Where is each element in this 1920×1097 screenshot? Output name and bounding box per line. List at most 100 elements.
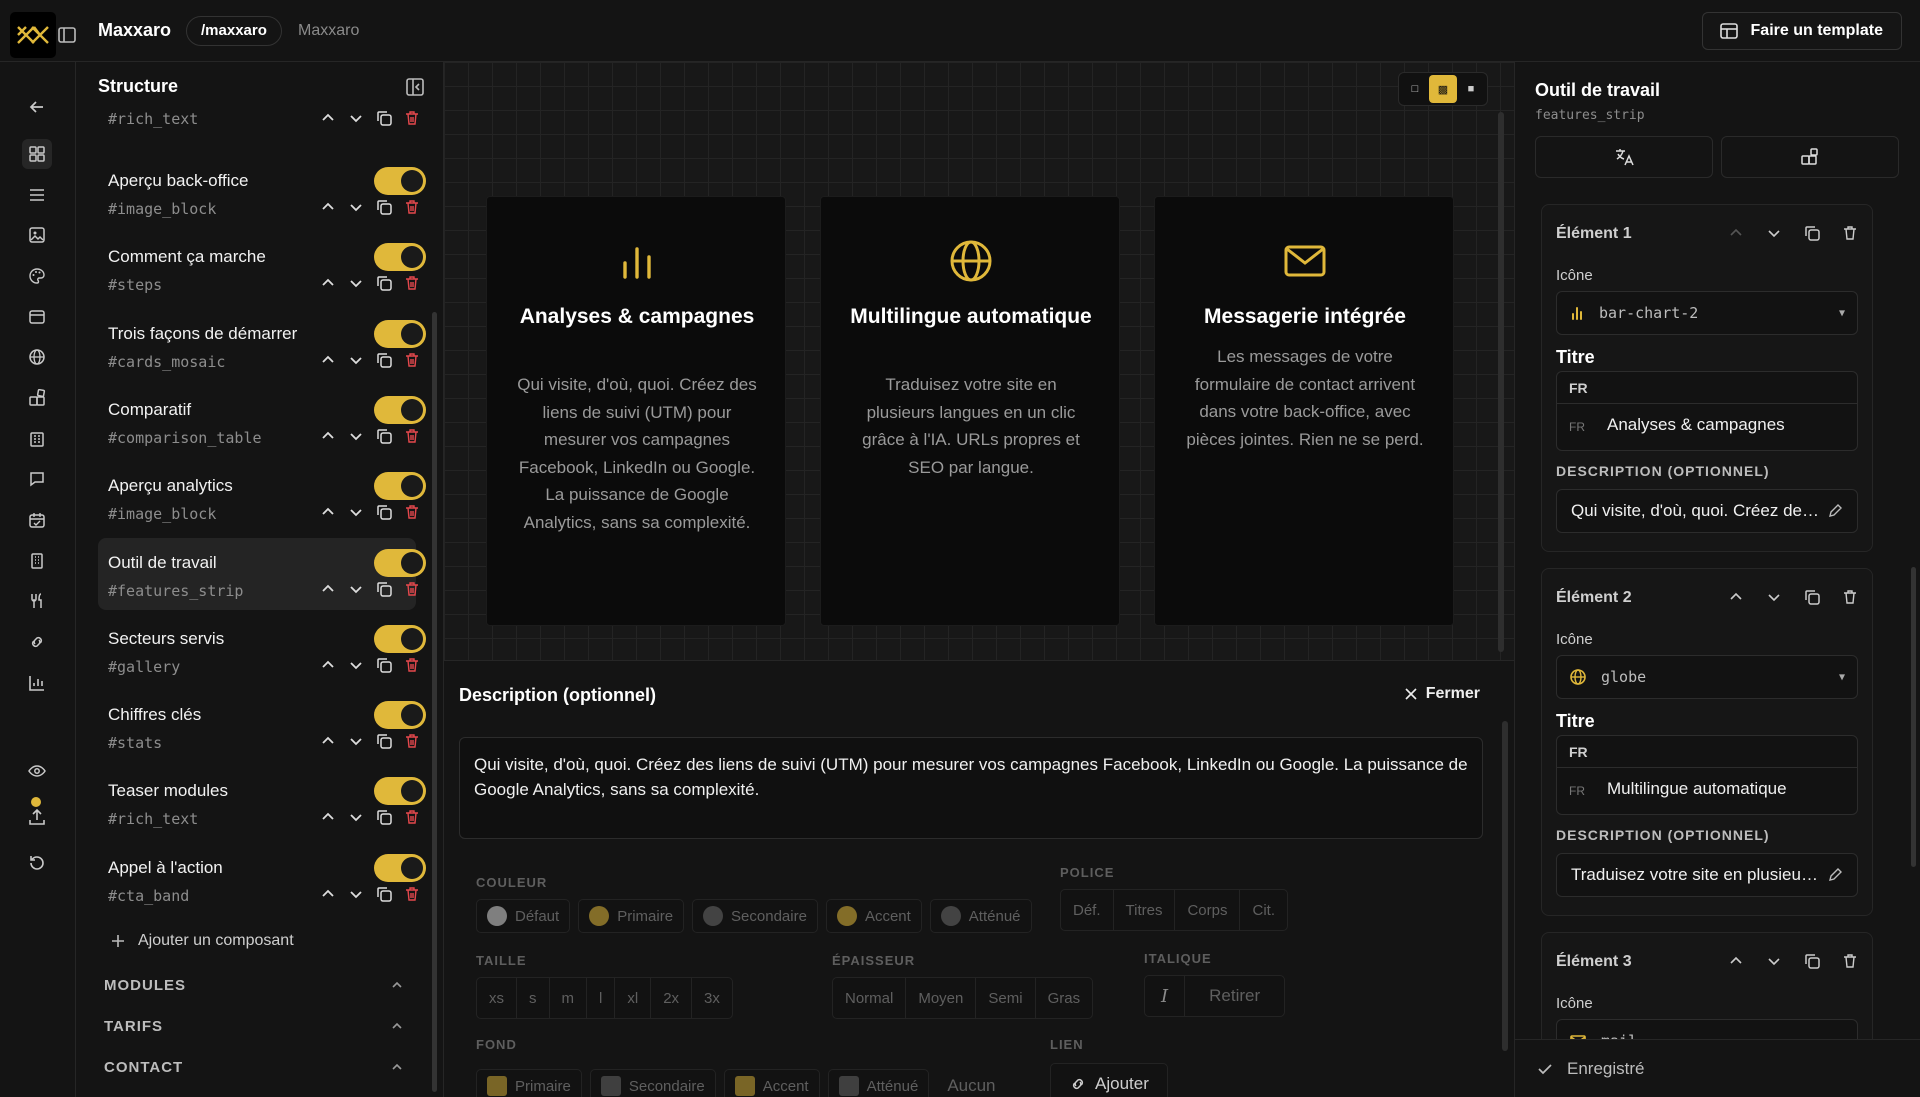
- chevron-down-icon[interactable]: [346, 655, 366, 675]
- structure-row[interactable]: Comment ça marche #steps: [98, 232, 426, 304]
- delete-icon[interactable]: [402, 197, 422, 217]
- properties-scrollbar[interactable]: [1911, 567, 1916, 867]
- duplicate-icon[interactable]: [374, 108, 394, 128]
- duplicate-icon[interactable]: [374, 655, 394, 675]
- delete-icon[interactable]: [402, 807, 422, 827]
- taille-option[interactable]: s: [517, 978, 550, 1018]
- chevron-down-icon[interactable]: [346, 197, 366, 217]
- globe-nav-icon[interactable]: [22, 342, 52, 372]
- couleur-option[interactable]: Défaut: [476, 899, 571, 933]
- site-slug-badge[interactable]: /maxxaro: [186, 16, 282, 46]
- back-arrow-icon[interactable]: [22, 92, 52, 122]
- title-input[interactable]: Multilingue automatique: [1607, 779, 1787, 799]
- fond-option[interactable]: Accent: [723, 1069, 820, 1097]
- taille-option[interactable]: 2x: [651, 978, 693, 1018]
- visibility-toggle[interactable]: [374, 701, 426, 730]
- delete-icon[interactable]: [402, 884, 422, 904]
- title-input[interactable]: Analyses & campagnes: [1607, 415, 1785, 435]
- chevron-down-icon[interactable]: [1764, 587, 1784, 607]
- group-contact[interactable]: CONTACT: [104, 1055, 404, 1079]
- message-icon[interactable]: [22, 464, 52, 494]
- structure-row[interactable]: Aperçu analytics #image_block: [98, 461, 426, 533]
- structure-row[interactable]: Aperçu back-office #image_block: [98, 156, 426, 228]
- building-icon[interactable]: [22, 424, 52, 454]
- duplicate-icon[interactable]: [374, 426, 394, 446]
- duplicate-icon[interactable]: [374, 731, 394, 751]
- add-component-button[interactable]: Ajouter un composant: [110, 932, 294, 950]
- pencil-icon[interactable]: [1827, 503, 1843, 519]
- add-link-button[interactable]: Ajouter: [1050, 1063, 1168, 1097]
- visibility-toggle[interactable]: [374, 548, 426, 577]
- chevron-up-icon[interactable]: [318, 350, 338, 370]
- chevron-down-icon[interactable]: [346, 807, 366, 827]
- retirer-button[interactable]: Retirer: [1185, 976, 1284, 1016]
- delete-icon[interactable]: [402, 655, 422, 675]
- title-translation-box[interactable]: FR FR Analyses & campagnes: [1556, 371, 1858, 451]
- duplicate-icon[interactable]: [374, 197, 394, 217]
- delete-icon[interactable]: [402, 273, 422, 293]
- chevron-up-icon[interactable]: [1726, 951, 1746, 971]
- visibility-toggle[interactable]: [374, 167, 426, 195]
- duplicate-icon[interactable]: [374, 579, 394, 599]
- chevron-down-icon[interactable]: [346, 350, 366, 370]
- calendar-icon[interactable]: [22, 505, 52, 535]
- chevron-up-icon[interactable]: [318, 807, 338, 827]
- visibility-toggle[interactable]: [374, 243, 426, 272]
- police-option[interactable]: Titres: [1114, 890, 1176, 930]
- upload-icon[interactable]: [22, 802, 52, 832]
- police-option[interactable]: Déf.: [1061, 890, 1114, 930]
- structure-row[interactable]: Comparatif #comparison_table: [98, 385, 426, 457]
- feature-card-1[interactable]: Analyses & campagnes Qui visite, d'où, q…: [486, 196, 786, 626]
- make-template-button[interactable]: Faire un template: [1701, 12, 1902, 50]
- chevron-down-icon[interactable]: [346, 426, 366, 446]
- menu-lines-icon[interactable]: [22, 180, 52, 210]
- app-logo[interactable]: [10, 12, 56, 58]
- couleur-option[interactable]: Primaire: [578, 899, 685, 933]
- delete-icon[interactable]: [402, 579, 422, 599]
- feature-card-2[interactable]: Multilingue automatique Traduisez votre …: [820, 196, 1120, 626]
- delete-icon[interactable]: [402, 731, 422, 751]
- taille-option[interactable]: xs: [477, 978, 517, 1018]
- view-mode-dark[interactable]: ■: [1457, 75, 1485, 103]
- chevron-up-icon[interactable]: [318, 426, 338, 446]
- epaisseur-option[interactable]: Normal: [833, 978, 907, 1018]
- chevron-down-icon[interactable]: [346, 731, 366, 751]
- taille-option[interactable]: xl: [615, 978, 652, 1018]
- blocks-tab[interactable]: [1721, 136, 1899, 178]
- structure-row[interactable]: Appel à l'action #cta_band: [98, 843, 426, 915]
- taille-option[interactable]: 3x: [692, 978, 732, 1018]
- chevron-down-icon[interactable]: [346, 273, 366, 293]
- lang-tab-fr[interactable]: FR: [1557, 736, 1857, 768]
- structure-row[interactable]: Outil de travail #features_strip: [98, 537, 426, 610]
- delete-icon[interactable]: [402, 108, 422, 128]
- taille-option[interactable]: l: [587, 978, 616, 1018]
- chevron-up-icon[interactable]: [318, 273, 338, 293]
- chevron-down-icon[interactable]: [346, 884, 366, 904]
- chevron-down-icon[interactable]: [346, 579, 366, 599]
- duplicate-icon[interactable]: [374, 807, 394, 827]
- visibility-toggle[interactable]: [374, 395, 426, 424]
- italic-toggle[interactable]: I: [1145, 976, 1186, 1016]
- description-field[interactable]: Traduisez votre site en plusieurs langue…: [1556, 853, 1858, 897]
- group-tarifs[interactable]: TARIFS: [104, 1014, 404, 1038]
- close-button[interactable]: Fermer: [1404, 685, 1480, 703]
- structure-row[interactable]: Teaser modules #rich_text: [98, 766, 426, 838]
- editor-scrollbar[interactable]: [1502, 721, 1508, 1051]
- duplicate-icon[interactable]: [374, 502, 394, 522]
- duplicate-icon[interactable]: [374, 884, 394, 904]
- layout-grid-icon[interactable]: [22, 139, 52, 169]
- couleur-option[interactable]: Secondaire: [692, 899, 818, 933]
- structure-row[interactable]: Chiffres clés #stats: [98, 690, 426, 762]
- epaisseur-option[interactable]: Moyen: [906, 978, 977, 1018]
- translate-tab[interactable]: [1535, 136, 1713, 178]
- epaisseur-option[interactable]: Gras: [1036, 978, 1093, 1018]
- description-field[interactable]: Qui visite, d'où, quoi. Créez des liens …: [1556, 489, 1858, 533]
- image-icon[interactable]: [22, 220, 52, 250]
- title-translation-box[interactable]: FR FR Multilingue automatique: [1556, 735, 1858, 815]
- trash-icon[interactable]: [1840, 223, 1860, 243]
- visibility-toggle[interactable]: [374, 853, 426, 882]
- structure-scrollbar[interactable]: [432, 312, 437, 1092]
- palette-icon[interactable]: [22, 261, 52, 291]
- chevron-up-icon[interactable]: [318, 502, 338, 522]
- chevron-up-icon[interactable]: [318, 884, 338, 904]
